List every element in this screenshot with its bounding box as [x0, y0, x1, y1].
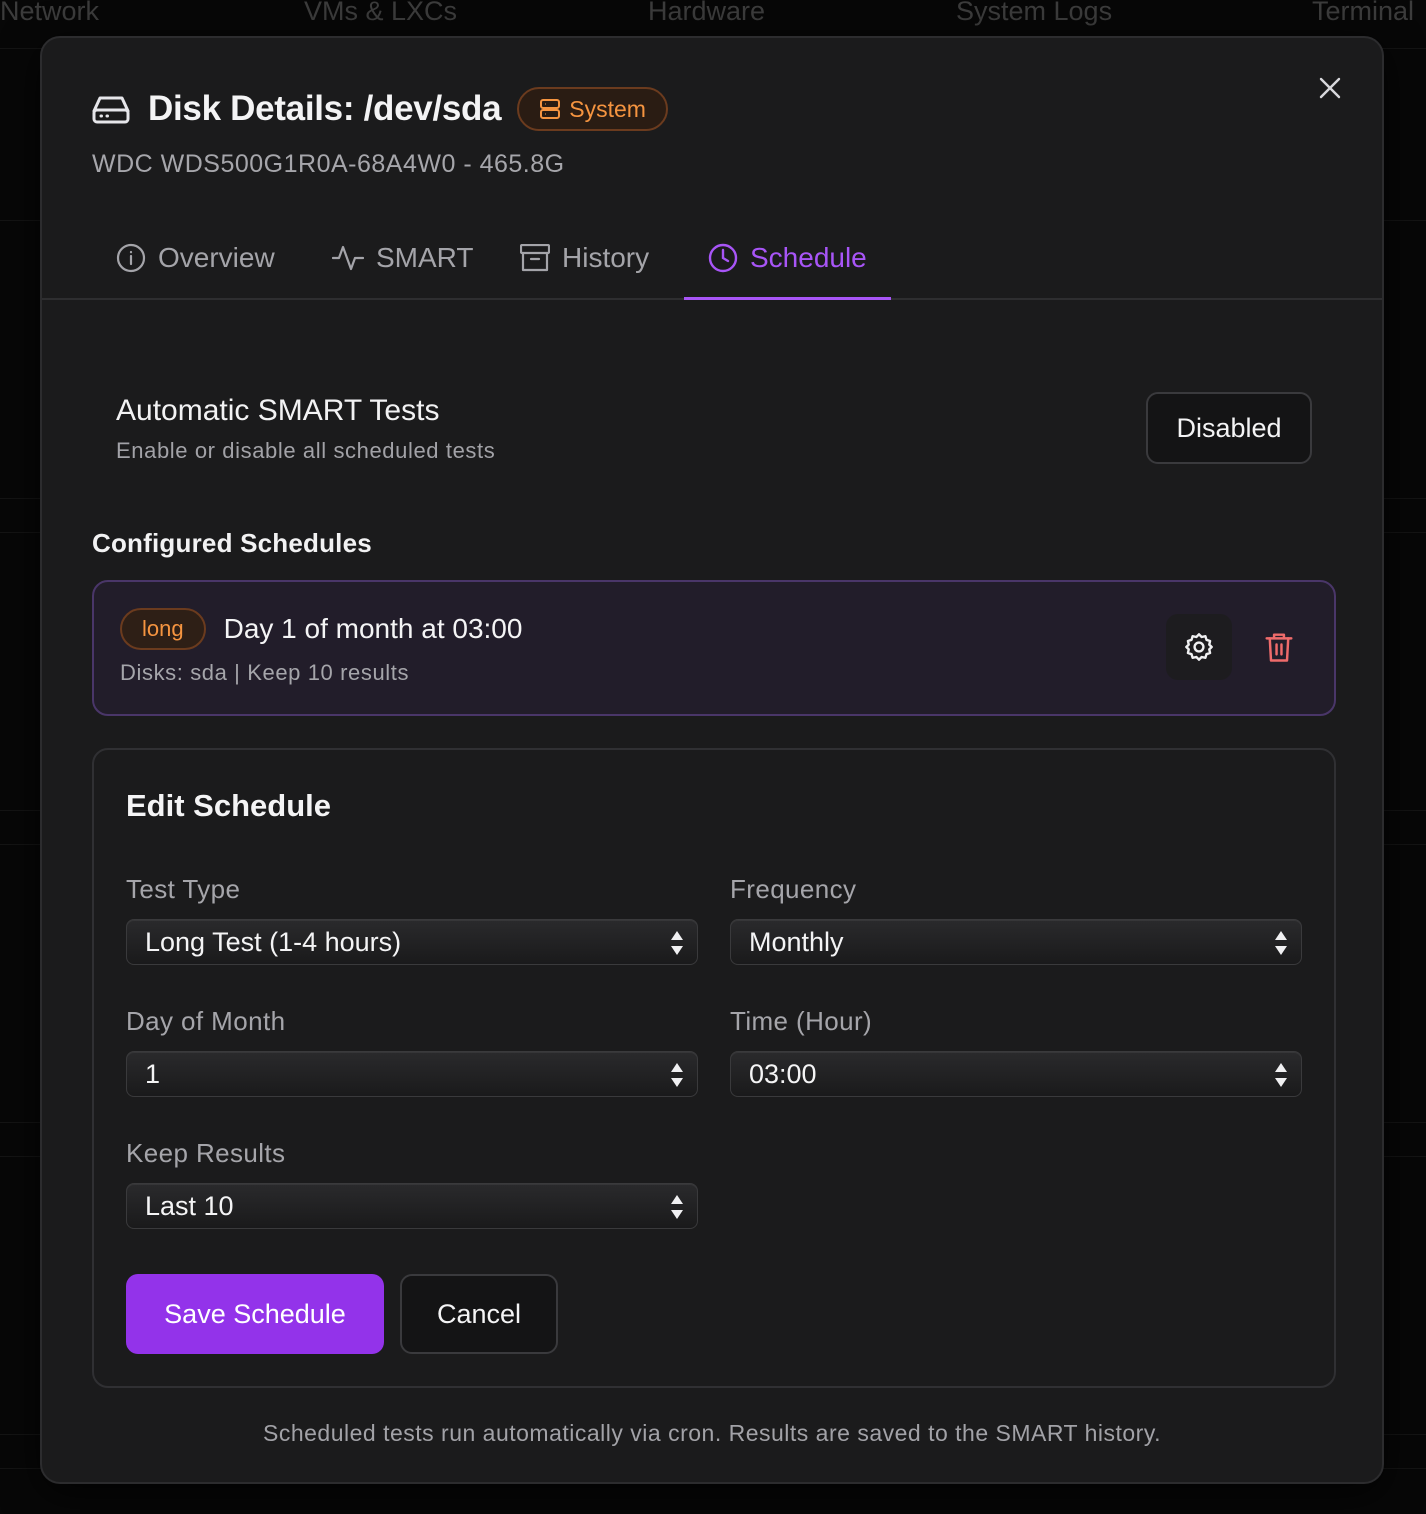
day-of-month-value: 1 [145, 1058, 161, 1089]
schedule-description: Day 1 of month at 03:00 [223, 613, 523, 644]
bg-nav-network: Network [0, 0, 100, 26]
test-type-label: Test Type [126, 874, 241, 904]
select-arrows-icon [669, 1060, 685, 1090]
keep-results-label: Keep Results [126, 1138, 286, 1168]
auto-tests-section: Automatic SMART Tests Enable or disable … [116, 392, 1312, 464]
gear-icon [1185, 633, 1213, 661]
dialog-header: Disk Details: /dev/sda System WDC WDS500… [92, 86, 668, 179]
edit-schedule-title: Edit Schedule [126, 788, 331, 823]
select-arrows-icon [1273, 928, 1289, 958]
auto-tests-title: Automatic SMART Tests [116, 394, 440, 427]
tab-bar: Overview SMART History Schedule [42, 218, 1382, 300]
tab-smart[interactable]: SMART [332, 218, 474, 298]
delete-schedule-button[interactable] [1246, 614, 1312, 680]
bg-nav-hardware: Hardware [648, 0, 766, 26]
tab-schedule-label: Schedule [750, 242, 867, 273]
close-icon [1319, 77, 1341, 99]
test-type-badge: long [120, 608, 206, 650]
system-badge: System [517, 87, 668, 131]
archive-icon [520, 244, 550, 272]
frequency-field: Frequency Monthly [730, 874, 1302, 965]
tab-overview[interactable]: Overview [116, 218, 275, 298]
auto-tests-toggle-button[interactable]: Disabled [1146, 392, 1312, 464]
footer-note: Scheduled tests run automatically via cr… [262, 1420, 1161, 1446]
day-of-month-field: Day of Month 1 [126, 1006, 698, 1097]
dialog-title: Disk Details: /dev/sda [148, 89, 502, 128]
day-of-month-label: Day of Month [126, 1006, 286, 1036]
select-arrows-icon [669, 1192, 685, 1222]
frequency-label: Frequency [730, 874, 857, 904]
select-arrows-icon [669, 928, 685, 958]
test-type-select[interactable]: Long Test (1-4 hours) [126, 919, 698, 965]
close-button[interactable] [1314, 72, 1346, 104]
tab-history[interactable]: History [520, 218, 649, 298]
hard-drive-icon [92, 89, 132, 129]
keep-results-field: Keep Results Last 10 [126, 1138, 698, 1229]
edit-schedule-button[interactable] [1166, 614, 1232, 680]
activity-icon [332, 243, 364, 273]
disk-details-dialog: Disk Details: /dev/sda System WDC WDS500… [40, 36, 1384, 1484]
time-hour-field: Time (Hour) 03:00 [730, 1006, 1302, 1097]
test-type-field: Test Type Long Test (1-4 hours) [126, 874, 698, 965]
clock-icon [708, 243, 738, 273]
schedule-item: long Day 1 of month at 03:00 Disks: sda … [92, 580, 1336, 716]
keep-results-select[interactable]: Last 10 [126, 1183, 698, 1229]
time-hour-value: 03:00 [749, 1058, 817, 1089]
tab-smart-label: SMART [376, 242, 474, 273]
info-icon [116, 243, 146, 273]
frequency-value: Monthly [749, 926, 844, 957]
configured-schedules-title: Configured Schedules [92, 528, 372, 558]
server-icon [539, 98, 561, 120]
time-hour-label: Time (Hour) [730, 1006, 873, 1036]
edit-schedule-form: Edit Schedule Test Type Long Test (1-4 h… [92, 748, 1336, 1388]
schedule-meta: Disks: sda | Keep 10 results [120, 660, 410, 685]
select-arrows-icon [1273, 1060, 1289, 1090]
disk-model: WDC WDS500G1R0A-68A4W0 - 465.8G [92, 150, 565, 178]
cancel-button[interactable]: Cancel [400, 1274, 558, 1354]
test-type-value: Long Test (1-4 hours) [145, 926, 402, 957]
background-nav: Network VMs & LXCs Hardware System Logs … [0, 0, 1426, 30]
system-badge-label: System [569, 95, 646, 122]
tab-history-label: History [562, 242, 650, 273]
frequency-select[interactable]: Monthly [730, 919, 1302, 965]
day-of-month-select[interactable]: 1 [126, 1051, 698, 1097]
trash-icon [1265, 633, 1293, 662]
bg-nav-terminal: Terminal [1312, 0, 1415, 26]
save-schedule-button[interactable]: Save Schedule [126, 1274, 384, 1354]
bg-nav-vms: VMs & LXCs [304, 0, 458, 26]
auto-tests-subtitle: Enable or disable all scheduled tests [116, 438, 496, 463]
tab-overview-label: Overview [158, 242, 275, 273]
time-hour-select[interactable]: 03:00 [730, 1051, 1302, 1097]
bg-nav-logs: System Logs [956, 0, 1113, 26]
keep-results-value: Last 10 [145, 1190, 234, 1221]
tab-schedule[interactable]: Schedule [684, 218, 891, 300]
